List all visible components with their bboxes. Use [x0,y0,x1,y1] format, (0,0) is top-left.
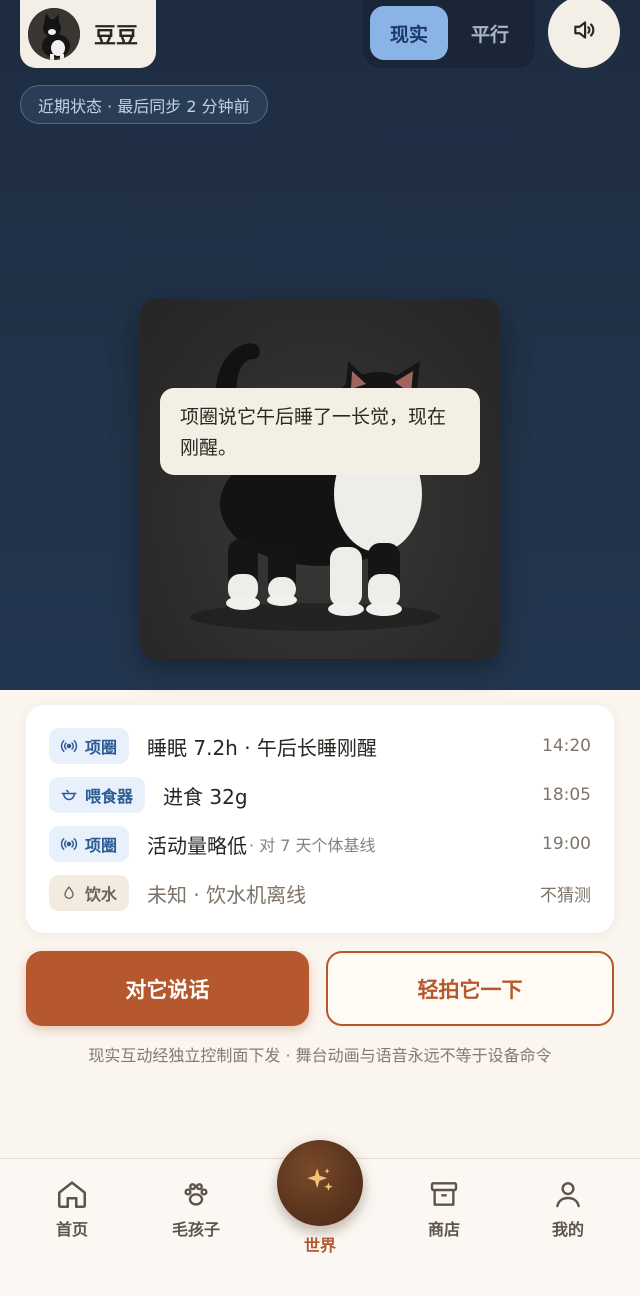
tab-profile[interactable]: 我的 [518,1159,618,1269]
pet-avatar [28,8,80,60]
event-subtext: · 对 7 天个体基线 [249,836,376,855]
tab-label: 我的 [551,1220,584,1239]
event-source-tag: 项圈 [49,826,130,862]
speaker-icon [571,17,597,47]
pat-button[interactable]: 轻拍它一下 [326,951,614,1026]
event-text: 睡眠 7.2h · 午后长睡刚醒 [147,735,377,760]
cat-figure [190,343,440,631]
speech-bubble: 项圈说它午后睡了一长觉，现在刚醒。 [160,388,480,475]
mode-toggle[interactable]: 现实 平行 [363,0,535,68]
event-source-label: 喂食器 [85,787,134,806]
pet-switcher[interactable]: 豆豆 [20,0,156,68]
event-source-label: 饮水 [85,885,118,904]
tab-label: 首页 [55,1220,88,1239]
tab-pets[interactable]: 毛孩子 [146,1159,246,1269]
store-icon [426,1176,462,1212]
event-time: 14:20 [542,736,591,756]
pet-stage-card[interactable] [140,299,500,659]
drop-icon [59,883,79,903]
event-row[interactable]: 项圈 睡眠 7.2h · 午后长睡刚醒 14:20 [26,726,614,766]
event-row[interactable]: 项圈 活动量略低 · 对 7 天个体基线 19:00 [26,824,614,864]
mode-option-parallel[interactable]: 平行 [451,6,529,60]
pet-name: 豆豆 [94,24,139,49]
bowl-icon [59,785,79,805]
tab-world-label: 世界 [303,1236,336,1255]
event-row[interactable]: 喂食器 进食 32g 18:05 [26,775,614,815]
tab-label: 毛孩子 [171,1220,220,1239]
device-events-card: 项圈 睡眠 7.2h · 午后长睡刚醒 14:20 喂食器 进食 32g 18:… [26,705,614,933]
event-time: 19:00 [542,834,591,854]
signal-icon [59,834,79,854]
paw-icon [178,1176,214,1212]
event-text: 未知 · 饮水机离线 [147,882,307,907]
event-source-tag: 饮水 [49,875,130,911]
event-source-tag: 喂食器 [49,777,146,813]
talk-button[interactable]: 对它说话 [26,951,309,1026]
user-icon [550,1176,586,1212]
sparkle-icon [303,1164,337,1202]
event-row[interactable]: 饮水 未知 · 饮水机离线 不猜测 [26,873,614,913]
event-source-tag: 项圈 [49,728,130,764]
event-source-label: 项圈 [85,836,118,855]
mode-option-reality[interactable]: 现实 [370,6,448,60]
event-text: 活动量略低 [147,833,248,858]
event-time: 不猜测 [540,885,591,906]
tab-world[interactable] [277,1140,363,1226]
event-time: 18:05 [542,785,591,805]
tab-label: 商店 [427,1220,460,1239]
status-pill: 近期状态 · 最后同步 2 分钟前 [20,85,268,124]
disclaimer-text: 现实互动经独立控制面下发 · 舞台动画与语音永远不等于设备命令 [88,1046,552,1065]
signal-icon [59,736,79,756]
tab-home[interactable]: 首页 [22,1159,122,1269]
event-source-label: 项圈 [85,738,118,757]
event-text: 进食 32g [163,784,248,809]
tab-store[interactable]: 商店 [394,1159,494,1269]
home-icon [54,1176,90,1212]
